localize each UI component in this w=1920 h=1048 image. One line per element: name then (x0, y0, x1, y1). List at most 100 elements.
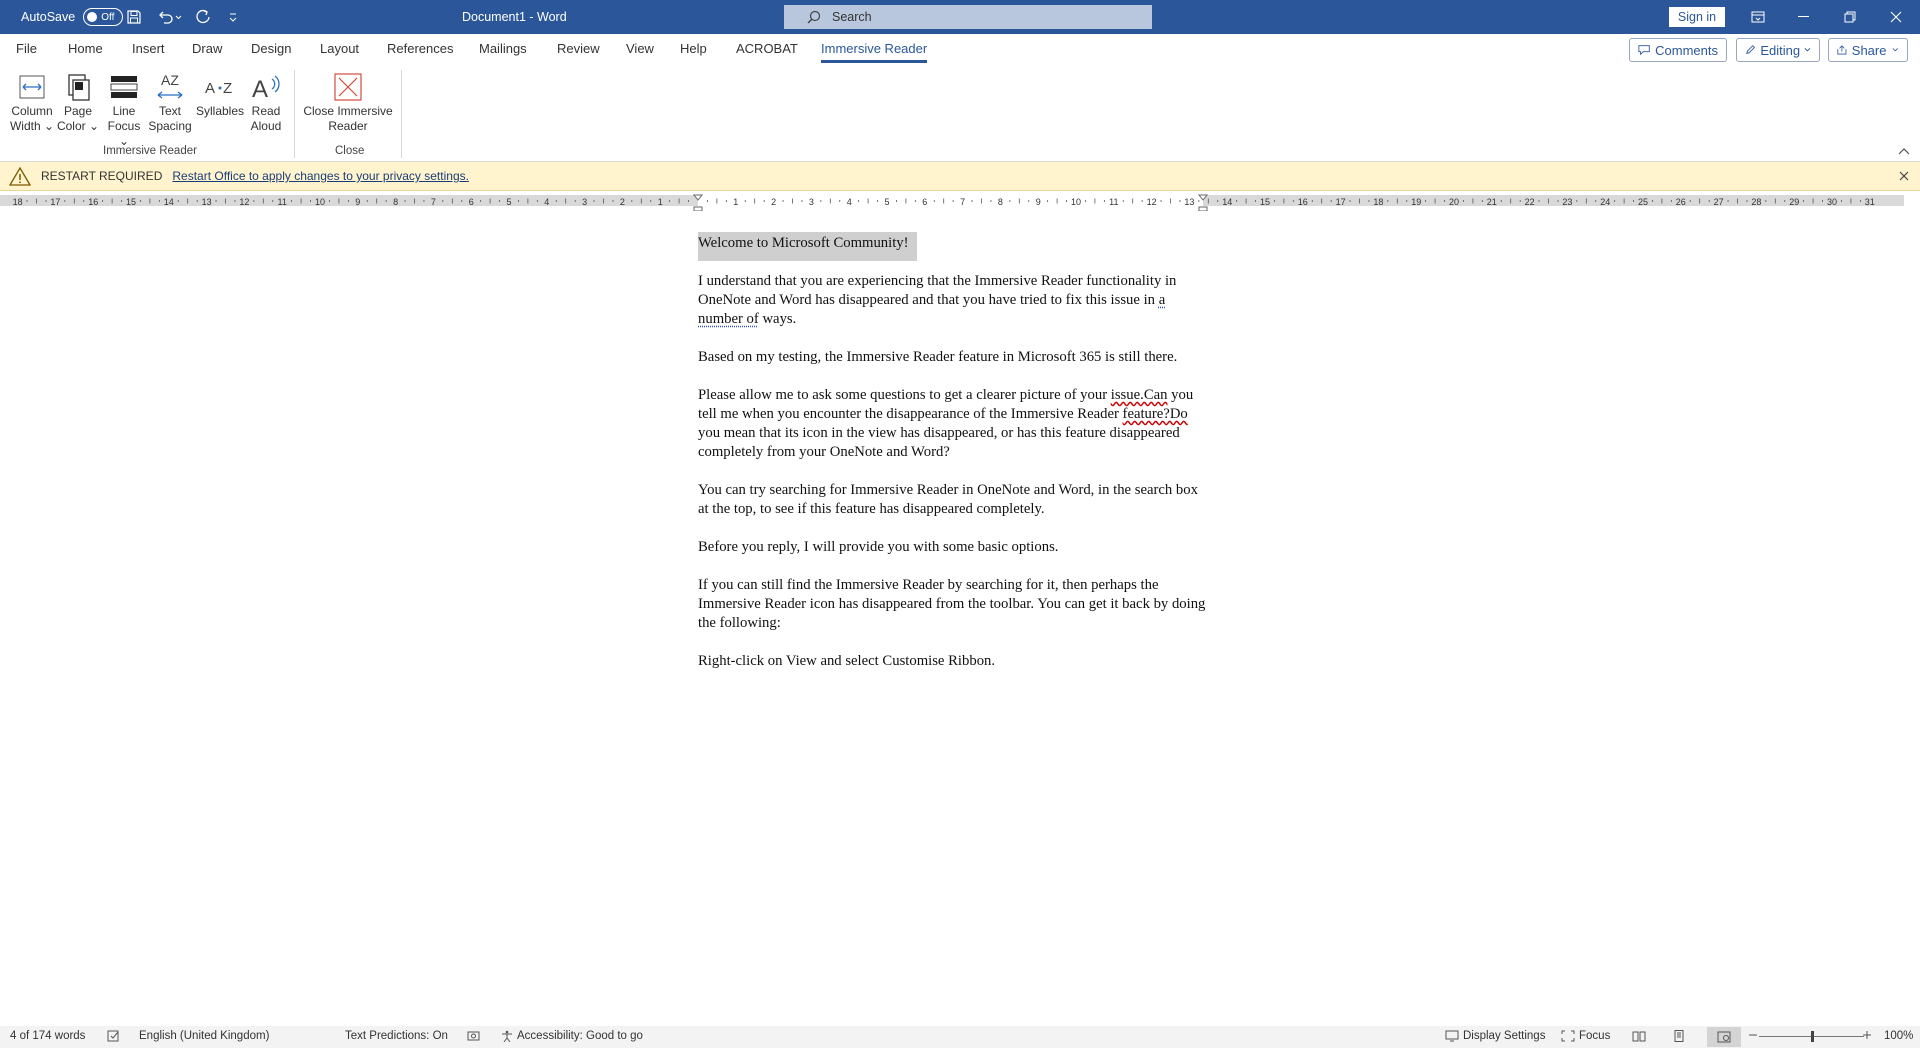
comment-icon (1638, 45, 1650, 56)
svg-text:A: A (252, 76, 268, 103)
tab-review[interactable]: Review (557, 41, 600, 56)
ruler-label: 31 (1865, 197, 1875, 207)
save-icon[interactable] (126, 0, 142, 34)
autosave-state: Off (101, 11, 115, 23)
tab-references[interactable]: References (387, 41, 453, 56)
tab-acrobat[interactable]: ACROBAT (736, 41, 798, 56)
ruler-label: 10 (315, 197, 325, 207)
text-spacing-label-1: Text (158, 104, 181, 118)
autosave-control[interactable]: AutoSave Off (21, 0, 124, 34)
comments-button[interactable]: Comments (1629, 38, 1727, 62)
print-layout-icon[interactable] (1672, 1030, 1686, 1042)
line-focus-button[interactable]: Line Focus ⌄ (101, 70, 147, 149)
word-count[interactable]: 4 of 174 words (10, 1030, 85, 1042)
web-layout-icon[interactable] (1707, 1027, 1741, 1047)
restart-office-link[interactable]: Restart Office to apply changes to your … (172, 169, 469, 183)
accessibility-icon (502, 1030, 512, 1042)
proofing-icon[interactable] (107, 1030, 121, 1042)
ruler-label: 14 (1222, 197, 1232, 207)
paragraph[interactable]: Please allow me to ask some questions to… (698, 386, 1208, 462)
tab-mailings[interactable]: Mailings (479, 41, 527, 56)
read-mode-icon[interactable] (1632, 1030, 1646, 1042)
track-changes-icon[interactable] (467, 1030, 481, 1042)
ruler-label: 11 (1109, 197, 1118, 207)
line-focus-icon (110, 76, 138, 98)
selected-heading[interactable]: Welcome to Microsoft Community! (698, 232, 917, 261)
restore-icon[interactable] (1827, 0, 1873, 34)
search-icon (807, 10, 821, 24)
chevron-down-icon (1893, 48, 1899, 52)
zoom-in-button[interactable] (1862, 1030, 1872, 1040)
undo-icon[interactable] (156, 0, 182, 34)
redo-icon[interactable] (195, 0, 211, 34)
tab-home[interactable]: Home (68, 41, 103, 56)
document-body[interactable]: Welcome to Microsoft Community! I unders… (698, 232, 1208, 690)
accessibility-label: Accessibility: Good to go (517, 1030, 643, 1042)
tab-file[interactable]: File (16, 41, 37, 56)
ruler-label: 27 (1714, 197, 1724, 207)
pencil-icon (1746, 45, 1756, 55)
paragraph[interactable]: If you can still find the Immersive Read… (698, 576, 1208, 633)
ruler-label: 28 (1751, 197, 1761, 207)
tab-design[interactable]: Design (251, 41, 291, 56)
close-window-icon[interactable] (1873, 0, 1919, 34)
read-aloud-label-2: Aloud (250, 119, 282, 133)
zoom-level[interactable]: 100% (1884, 1030, 1913, 1042)
ruler-label: 13 (202, 197, 212, 207)
tab-view[interactable]: View (626, 41, 654, 56)
ruler-label: 7 (960, 197, 965, 207)
sign-in-button[interactable]: Sign in (1669, 7, 1725, 27)
ruler-label: 1 (733, 197, 738, 207)
ruler-label: 17 (50, 197, 60, 207)
paragraph[interactable]: I understand that you are experiencing t… (698, 272, 1208, 329)
indent-marker[interactable] (692, 194, 704, 211)
text-predictions[interactable]: Text Predictions: On (345, 1030, 448, 1042)
minimize-icon[interactable] (1781, 0, 1827, 34)
tab-immersive-reader[interactable]: Immersive Reader (821, 41, 928, 63)
focus-mode-button[interactable]: Focus (1561, 1030, 1610, 1042)
tab-layout[interactable]: Layout (320, 41, 359, 56)
ruler-label: 4 (544, 197, 549, 207)
read-aloud-button[interactable]: A Read Aloud (246, 70, 286, 134)
language-indicator[interactable]: English (United Kingdom) (139, 1030, 269, 1042)
ruler-label: 29 (1789, 197, 1799, 207)
spelling-error[interactable]: issue.Can (1111, 387, 1168, 403)
chevron-down-icon: ⌄ (43, 119, 55, 133)
share-button[interactable]: Share (1828, 38, 1908, 62)
column-width-button[interactable]: Column Width ⌄ (8, 70, 56, 134)
close-message-icon[interactable] (1898, 170, 1910, 182)
tab-draw[interactable]: Draw (192, 41, 222, 56)
ruler-label: 13 (1184, 197, 1194, 207)
search-box[interactable]: Search (784, 5, 1152, 29)
tab-insert[interactable]: Insert (132, 41, 165, 56)
ribbon-tabs: File Home Insert Draw Design Layout Refe… (0, 34, 1920, 64)
ribbon-display-options-icon[interactable] (1735, 0, 1781, 34)
ruler-label: 30 (1827, 197, 1837, 207)
accessibility-checker[interactable]: Accessibility: Good to go (500, 1030, 643, 1042)
page-color-button[interactable]: Page Color ⌄ (56, 70, 100, 134)
editing-mode-button[interactable]: Editing (1736, 38, 1820, 62)
paragraph[interactable]: Before you reply, I will provide you wit… (698, 538, 1208, 557)
zoom-out-button[interactable] (1748, 1030, 1758, 1040)
display-settings-button[interactable]: Display Settings (1445, 1030, 1545, 1042)
paragraph[interactable]: Right-click on View and select Customise… (698, 652, 1208, 671)
svg-text:A: A (205, 80, 215, 97)
collapse-ribbon-icon[interactable] (1898, 147, 1910, 155)
ruler-label: 20 (1449, 197, 1459, 207)
spelling-error[interactable]: feature?Do (1123, 406, 1188, 422)
paragraph[interactable]: You can try searching for Immersive Read… (698, 481, 1208, 519)
autosave-toggle[interactable]: Off (83, 8, 124, 26)
ruler-label: 22 (1525, 197, 1535, 207)
horizontal-ruler: 18 17 16 15 14 13 12 11 10 9 8 7 6 5 4 3 2 1 1 2 3 4 5 6 7 8 9 10 11… (0, 191, 1920, 211)
zoom-slider-thumb[interactable] (1810, 1031, 1814, 1042)
customize-toolbar-icon[interactable] (228, 0, 238, 34)
syllables-button[interactable]: AZ Syllables (194, 70, 246, 119)
read-aloud-icon: A (252, 75, 280, 103)
text-spacing-button[interactable]: AZ Text Spacing (148, 70, 192, 134)
indent-marker[interactable] (1197, 194, 1209, 211)
paragraph[interactable]: Based on my testing, the Immersive Reade… (698, 348, 1208, 367)
ruler-label: 12 (239, 197, 249, 207)
tab-help[interactable]: Help (680, 41, 707, 56)
close-immersive-reader-button[interactable]: Close Immersive Reader (302, 70, 394, 134)
close-immersive-label-2: Reader (328, 119, 368, 133)
